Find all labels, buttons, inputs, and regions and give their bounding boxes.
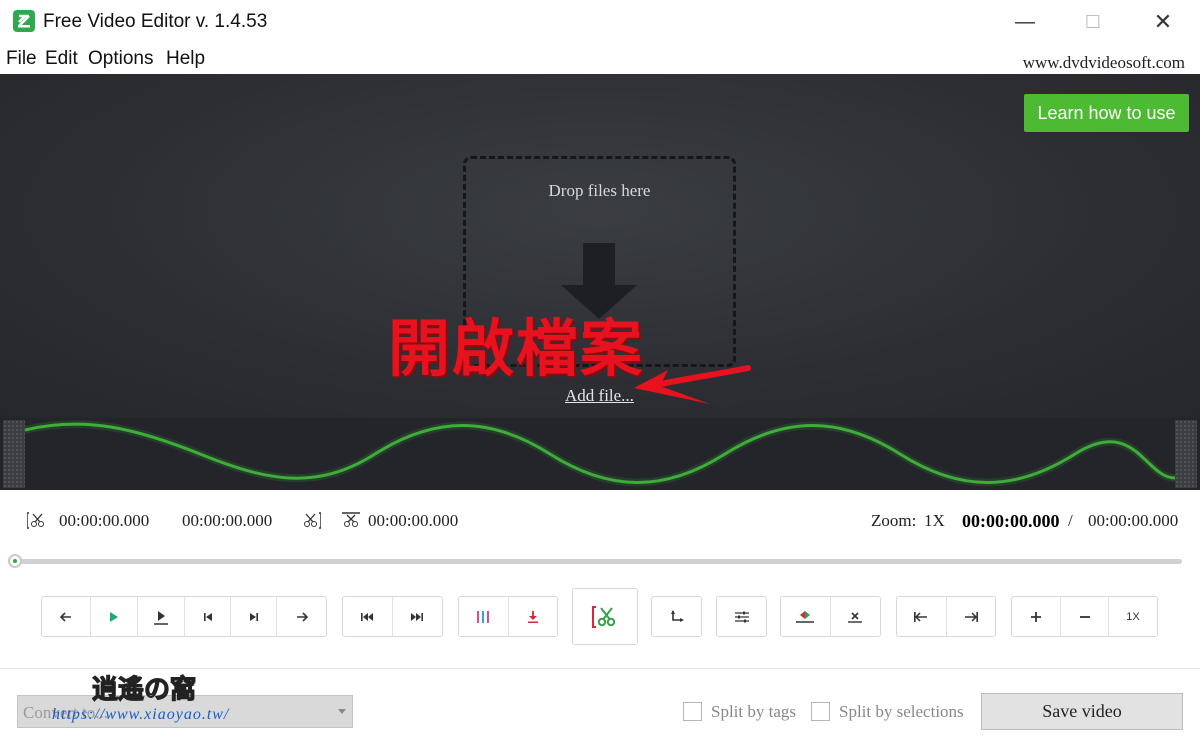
menu-bar: File Edit Options Help www.dvdvideosoft.… bbox=[0, 44, 1200, 74]
split-by-tags-checkbox[interactable] bbox=[683, 702, 702, 721]
menu-edit[interactable]: Edit bbox=[45, 48, 78, 70]
zoom-out-button[interactable] bbox=[1061, 597, 1109, 636]
menu-file[interactable]: File bbox=[6, 48, 37, 70]
zoom-label: Zoom: bbox=[871, 511, 917, 530]
play-button[interactable] bbox=[91, 597, 138, 636]
zoom-controls: 1X bbox=[1011, 596, 1158, 637]
watermark-logo-icon: 逍遙の窩 bbox=[92, 673, 197, 705]
fast-forward-icon bbox=[411, 612, 424, 621]
playback-controls bbox=[41, 596, 327, 637]
drop-files-label: Drop files here bbox=[548, 181, 651, 200]
jump-controls bbox=[342, 596, 443, 637]
marker-nav-controls bbox=[896, 596, 996, 637]
arrow-left-icon bbox=[60, 611, 71, 622]
next-marker-button[interactable] bbox=[947, 597, 996, 636]
seek-bar[interactable] bbox=[8, 554, 1182, 568]
waveform-timeline[interactable] bbox=[0, 418, 1200, 490]
total-time: 00:00:00.000 bbox=[1088, 511, 1179, 530]
add-file-link[interactable]: Add file... bbox=[565, 386, 634, 406]
previous-marker-button[interactable] bbox=[897, 597, 947, 636]
next-frame-button[interactable] bbox=[231, 597, 277, 636]
adjustments-button[interactable] bbox=[717, 597, 766, 636]
selection-controls bbox=[780, 596, 881, 637]
window-title: Free Video Editor v. 1.4.53 bbox=[43, 11, 268, 32]
zoom-in-button[interactable] bbox=[1012, 597, 1061, 636]
add-marker-button[interactable] bbox=[509, 597, 558, 636]
time-info-row: 00:00:00.000 00:00:00.000 00:00:00.000 Z… bbox=[0, 505, 1200, 535]
waveform-graph bbox=[25, 420, 1175, 487]
start-marker-icon bbox=[27, 512, 44, 529]
select-range-button[interactable] bbox=[781, 597, 831, 636]
skip-back-icon bbox=[203, 612, 212, 621]
app-logo-icon bbox=[13, 10, 35, 32]
play-icon bbox=[110, 611, 118, 622]
rotate-icon bbox=[670, 609, 684, 622]
split-by-selections-label: Split by selections bbox=[839, 702, 964, 721]
clear-selection-button[interactable] bbox=[831, 597, 881, 636]
title-bar: Free Video Editor v. 1.4.53 — ☐ ✕ bbox=[0, 0, 1200, 44]
svg-text:逍遙の窩: 逍遙の窩 bbox=[92, 674, 196, 705]
arrow-right-icon bbox=[296, 611, 308, 622]
scissors-icon bbox=[592, 605, 616, 628]
end-marker-icon bbox=[304, 512, 321, 529]
split-by-selections-checkbox[interactable] bbox=[811, 702, 830, 721]
previous-frame-button[interactable] bbox=[185, 597, 231, 636]
zoom-reset-button[interactable]: 1X bbox=[1109, 597, 1157, 636]
menu-options[interactable]: Options bbox=[88, 48, 153, 70]
bottom-divider bbox=[0, 668, 1200, 669]
rotate-button[interactable] bbox=[652, 597, 701, 636]
end-time: 00:00:00.000 bbox=[368, 511, 459, 530]
chevron-down-icon bbox=[338, 709, 346, 714]
step-back-button[interactable] bbox=[42, 597, 91, 636]
play-selection-button[interactable] bbox=[138, 597, 185, 636]
rotate-controls bbox=[651, 596, 702, 637]
time-separator: / bbox=[1068, 511, 1073, 530]
marker-controls bbox=[458, 596, 558, 637]
annotation-arrow-icon bbox=[634, 365, 751, 404]
learn-how-to-use-button[interactable]: Learn how to use bbox=[1024, 94, 1189, 132]
maximize-button[interactable]: ☐ bbox=[1058, 0, 1128, 44]
timeline-right-handle[interactable] bbox=[1175, 420, 1197, 488]
zoom-value: 1X bbox=[924, 511, 945, 530]
save-video-button[interactable]: Save video bbox=[981, 693, 1183, 730]
markers-icon bbox=[477, 610, 490, 623]
cut-position-icon bbox=[342, 512, 360, 527]
sliders-icon bbox=[734, 611, 749, 622]
go-to-start-button[interactable] bbox=[343, 597, 393, 636]
clear-selection-icon bbox=[848, 611, 863, 623]
duration-time: 00:00:00.000 bbox=[182, 511, 273, 530]
preview-area[interactable]: Learn how to use Drop files here 開啟檔案 Ad… bbox=[0, 74, 1200, 418]
menu-help[interactable]: Help bbox=[166, 48, 205, 70]
plus-icon bbox=[1031, 611, 1041, 622]
split-by-tags-label: Split by tags bbox=[711, 702, 797, 721]
download-marker-icon bbox=[527, 610, 538, 623]
minimize-button[interactable]: — bbox=[990, 0, 1060, 44]
open-file-annotation: 開啟檔案 bbox=[388, 312, 645, 385]
previous-marker-icon bbox=[914, 611, 928, 622]
go-to-end-button[interactable] bbox=[393, 597, 443, 636]
seek-handle[interactable] bbox=[8, 554, 22, 568]
minus-icon bbox=[1079, 615, 1090, 618]
rewind-icon bbox=[361, 612, 374, 621]
watermark-url: https://www.xiaoyao.tw/ bbox=[52, 706, 230, 723]
play-to-end-icon bbox=[154, 610, 168, 625]
start-time: 00:00:00.000 bbox=[59, 511, 150, 530]
select-range-icon bbox=[796, 610, 815, 623]
markers-button[interactable] bbox=[459, 597, 509, 636]
website-link[interactable]: www.dvdvideosoft.com bbox=[1023, 53, 1185, 73]
close-button[interactable]: ✕ bbox=[1128, 0, 1198, 44]
cut-selection-button[interactable] bbox=[572, 588, 638, 645]
step-forward-button[interactable] bbox=[277, 597, 326, 636]
next-marker-icon bbox=[964, 611, 978, 622]
current-time: 00:00:00.000 bbox=[962, 511, 1060, 531]
skip-forward-icon bbox=[249, 612, 258, 621]
adjust-controls bbox=[716, 596, 767, 637]
timeline-left-handle[interactable] bbox=[3, 420, 25, 488]
